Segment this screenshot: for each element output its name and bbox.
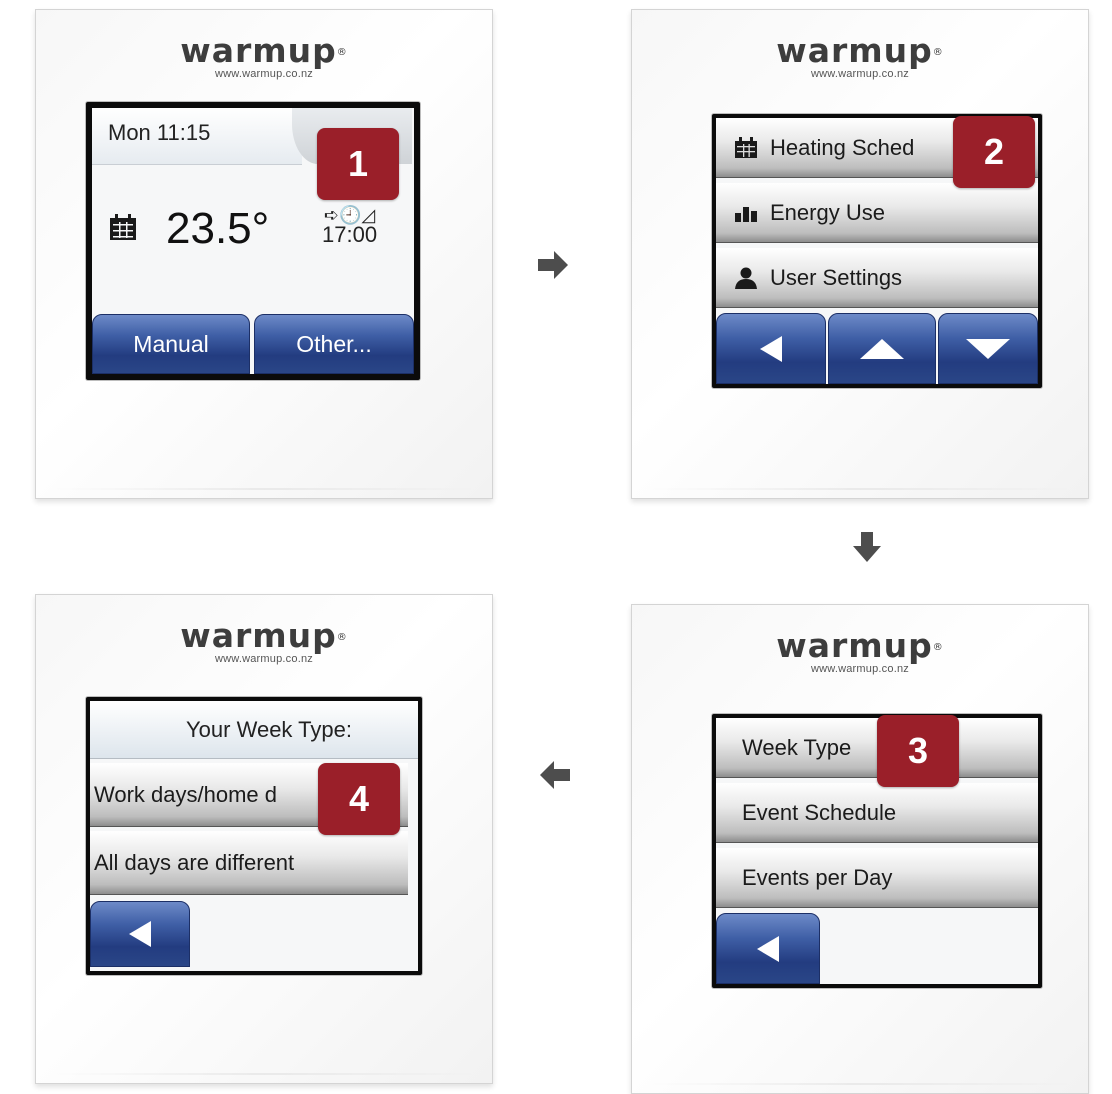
back-icon bbox=[129, 921, 151, 947]
trademark-symbol: ® bbox=[932, 642, 944, 653]
menu-item-label: Heating Sched bbox=[770, 134, 915, 160]
user-icon bbox=[735, 267, 757, 289]
trademark-symbol: ® bbox=[336, 47, 348, 58]
menu-item-user-settings[interactable]: User Settings bbox=[716, 248, 1038, 308]
calendar-icon bbox=[735, 136, 757, 158]
scroll-up-button[interactable] bbox=[828, 313, 936, 384]
brand-name: warmup bbox=[180, 616, 337, 655]
back-button[interactable] bbox=[716, 913, 820, 984]
brand-name: warmup bbox=[180, 31, 337, 70]
brand-url: www.warmup.co.nz bbox=[811, 663, 909, 675]
scroll-down-button[interactable] bbox=[938, 313, 1038, 384]
brand-url: www.warmup.co.nz bbox=[811, 68, 909, 80]
step-badge-2: 2 bbox=[953, 116, 1035, 188]
week-type-screen: Your Week Type: Work days/home d All day… bbox=[90, 701, 418, 971]
menu-item-label: User Settings bbox=[770, 264, 903, 290]
other-button[interactable]: Other... bbox=[254, 314, 414, 374]
touch-screen: Your Week Type: Work days/home d All day… bbox=[86, 697, 422, 975]
manual-button-label: Manual bbox=[133, 330, 209, 357]
step-badge-4: 4 bbox=[318, 763, 400, 835]
thermostat-panel-step-1: warmup® www.warmup.co.nz Mon 11:15 23.5°… bbox=[35, 9, 493, 499]
trademark-symbol: ® bbox=[336, 632, 348, 643]
brand-name: warmup bbox=[776, 626, 933, 665]
down-icon bbox=[966, 338, 1010, 359]
week-type-header: Your Week Type: bbox=[90, 701, 418, 759]
thermostat-panel-step-3: warmup® www.warmup.co.nz Week Type Event… bbox=[631, 604, 1089, 1094]
option-all-days-different[interactable]: All days are different bbox=[90, 831, 408, 895]
brand-name: warmup bbox=[776, 31, 933, 70]
menu-item-label: Event Schedule bbox=[742, 799, 897, 825]
up-icon bbox=[860, 338, 904, 359]
other-button-label: Other... bbox=[296, 330, 372, 357]
arrow-right-icon bbox=[538, 251, 568, 279]
option-label: Work days/home d bbox=[94, 781, 278, 807]
next-event-time: 17:00 bbox=[322, 222, 378, 247]
menu-item-event-schedule[interactable]: Event Schedule bbox=[716, 783, 1038, 843]
bar-chart-icon bbox=[735, 206, 757, 222]
menu-item-label: Energy Use bbox=[770, 199, 885, 225]
warmup-logo: warmup® www.warmup.co.nz bbox=[36, 31, 492, 81]
manual-button[interactable]: Manual bbox=[92, 314, 250, 374]
step-badge-3: 3 bbox=[877, 715, 959, 787]
brand-url: www.warmup.co.nz bbox=[215, 68, 313, 80]
option-label: All days are different bbox=[94, 849, 295, 875]
menu-item-label: Week Type bbox=[742, 734, 852, 760]
menu-item-energy-use[interactable]: Energy Use bbox=[716, 183, 1038, 243]
back-button[interactable] bbox=[716, 313, 826, 384]
menu-item-events-per-day[interactable]: Events per Day bbox=[716, 848, 1038, 908]
arrow-down-icon bbox=[853, 532, 881, 562]
day-time-display: Mon 11:15 bbox=[108, 120, 211, 145]
menu-item-label: Events per Day bbox=[742, 864, 893, 890]
warmup-logo: warmup® www.warmup.co.nz bbox=[36, 616, 492, 666]
warmup-logo: warmup® www.warmup.co.nz bbox=[632, 31, 1088, 81]
back-icon bbox=[760, 335, 782, 362]
step-badge-1: 1 bbox=[317, 128, 399, 200]
brand-url: www.warmup.co.nz bbox=[215, 653, 313, 665]
schedule-indicator: ➪🕘◿ 17:00 bbox=[322, 206, 377, 246]
calendar-icon bbox=[110, 214, 136, 240]
back-icon bbox=[757, 935, 779, 962]
warmup-logo: warmup® www.warmup.co.nz bbox=[632, 626, 1088, 676]
back-button[interactable] bbox=[90, 901, 190, 967]
arrow-left-icon bbox=[540, 761, 570, 789]
page-title: Your Week Type: bbox=[186, 716, 352, 742]
temperature-display: 23.5° bbox=[166, 204, 270, 253]
thermostat-panel-step-4: warmup® www.warmup.co.nz Your Week Type:… bbox=[35, 594, 493, 1084]
trademark-symbol: ® bbox=[932, 47, 944, 58]
thermostat-panel-step-2: warmup® www.warmup.co.nz Heating Sched E… bbox=[631, 9, 1089, 499]
